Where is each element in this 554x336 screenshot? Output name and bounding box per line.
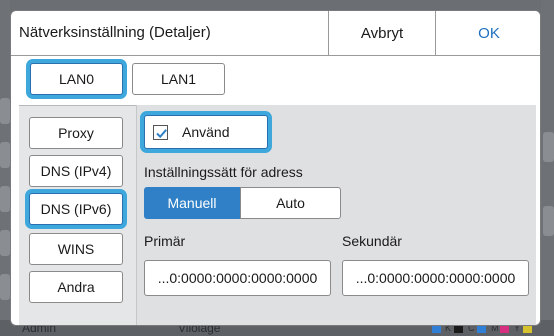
network-details-dialog: Nätverksinställning (Detaljer) Avbryt OK…	[10, 10, 541, 326]
primary-label: Primär	[144, 233, 186, 249]
sidebar-item-andra[interactable]: Andra	[29, 271, 123, 303]
background-tab	[0, 142, 10, 168]
sidebar-item-wins[interactable]: WINS	[29, 233, 123, 265]
sidebar-item-dns-ipv6[interactable]: DNS (IPv6)	[29, 193, 123, 225]
method-auto-button[interactable]: Auto	[240, 187, 341, 219]
background-tab	[0, 274, 10, 300]
secondary-dns-field[interactable]: ...0:0000:0000:0000:0000	[342, 260, 529, 296]
address-method-label: Inställningssätt för adress	[144, 164, 303, 180]
background-right-tab	[543, 206, 554, 236]
secondary-label: Sekundär	[342, 233, 402, 249]
background-tab	[0, 230, 10, 256]
background-right-strip	[541, 0, 554, 336]
cancel-button[interactable]: Avbryt	[328, 11, 435, 55]
method-manual-button[interactable]: Manuell	[144, 187, 240, 219]
tab-lan1[interactable]: LAN1	[132, 63, 225, 95]
use-label: Använd	[182, 124, 230, 140]
sidebar-item-dns-ipv4[interactable]: DNS (IPv4)	[29, 155, 123, 187]
background-tab	[0, 98, 10, 124]
primary-dns-field[interactable]: ...0:0000:0000:0000:0000	[144, 260, 331, 296]
use-checkbox-button[interactable]: Använd	[144, 115, 268, 149]
dialog-title: Nätverksinställning (Detaljer)	[19, 24, 211, 41]
check-icon	[153, 124, 168, 140]
header-divider	[11, 55, 540, 56]
background-right-tab	[543, 132, 554, 162]
sidebar-item-proxy[interactable]: Proxy	[29, 117, 123, 149]
ok-button[interactable]: OK	[435, 11, 540, 55]
background-tab	[0, 186, 10, 212]
tab-lan0[interactable]: LAN0	[30, 63, 123, 95]
